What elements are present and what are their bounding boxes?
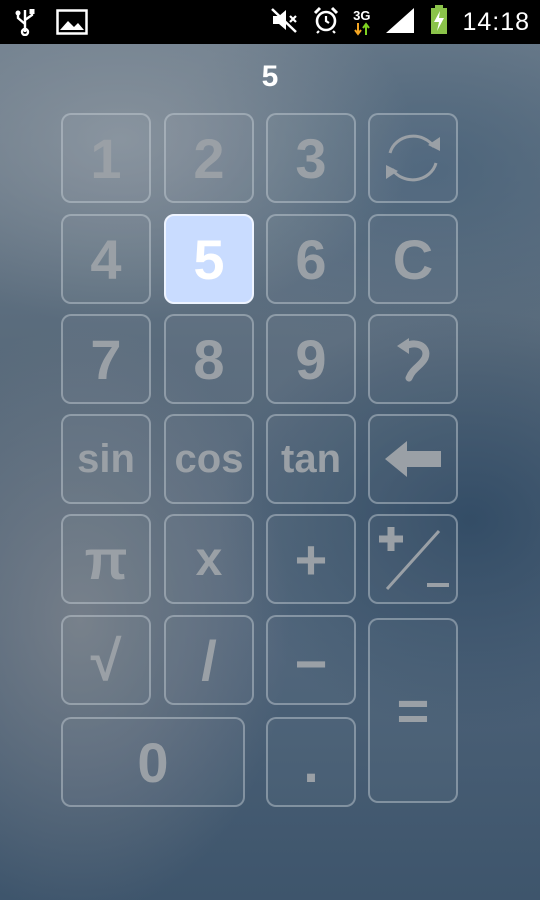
network-3g-icon: 3G bbox=[353, 9, 370, 36]
key-0[interactable]: 0 bbox=[61, 717, 245, 807]
key-4[interactable]: 4 bbox=[61, 214, 151, 304]
pi-button[interactable]: π bbox=[61, 514, 151, 604]
status-bar: 3G 14:18 bbox=[0, 0, 540, 44]
tan-button[interactable]: tan bbox=[266, 414, 356, 504]
undo-icon bbox=[393, 334, 433, 384]
signal-icon bbox=[384, 6, 416, 39]
sqrt-button[interactable]: √ bbox=[61, 615, 151, 705]
key-8[interactable]: 8 bbox=[164, 314, 254, 404]
clear-button[interactable]: C bbox=[368, 214, 458, 304]
alarm-icon bbox=[313, 6, 339, 39]
divide-button[interactable]: / bbox=[164, 615, 254, 705]
key-2[interactable]: 2 bbox=[164, 113, 254, 203]
sin-button[interactable]: sin bbox=[61, 414, 151, 504]
network-3g-label: 3G bbox=[353, 7, 371, 23]
rotate-icon bbox=[378, 129, 448, 187]
equals-button[interactable]: = bbox=[368, 618, 458, 803]
battery-charging-icon bbox=[430, 4, 448, 40]
plus-minus-button[interactable] bbox=[368, 514, 458, 604]
image-icon bbox=[56, 9, 88, 40]
plus-button[interactable]: + bbox=[266, 514, 356, 604]
backspace-button[interactable] bbox=[368, 414, 458, 504]
multiply-button[interactable]: x bbox=[164, 514, 254, 604]
key-9[interactable]: 9 bbox=[266, 314, 356, 404]
undo-button[interactable] bbox=[368, 314, 458, 404]
key-3[interactable]: 3 bbox=[266, 113, 356, 203]
decimal-point-button[interactable]: . bbox=[266, 717, 356, 807]
key-6[interactable]: 6 bbox=[266, 214, 356, 304]
rotate-button[interactable] bbox=[368, 113, 458, 203]
usb-icon bbox=[14, 8, 36, 41]
key-7[interactable]: 7 bbox=[61, 314, 151, 404]
backspace-arrow-icon bbox=[383, 439, 443, 479]
mute-icon bbox=[269, 6, 299, 39]
plus-minus-icon bbox=[373, 519, 453, 599]
calculator-display: 5 bbox=[261, 60, 279, 93]
status-time: 14:18 bbox=[462, 7, 530, 36]
cos-button[interactable]: cos bbox=[164, 414, 254, 504]
key-5[interactable]: 5 bbox=[164, 214, 254, 304]
key-1[interactable]: 1 bbox=[61, 113, 151, 203]
minus-button[interactable]: − bbox=[266, 615, 356, 705]
